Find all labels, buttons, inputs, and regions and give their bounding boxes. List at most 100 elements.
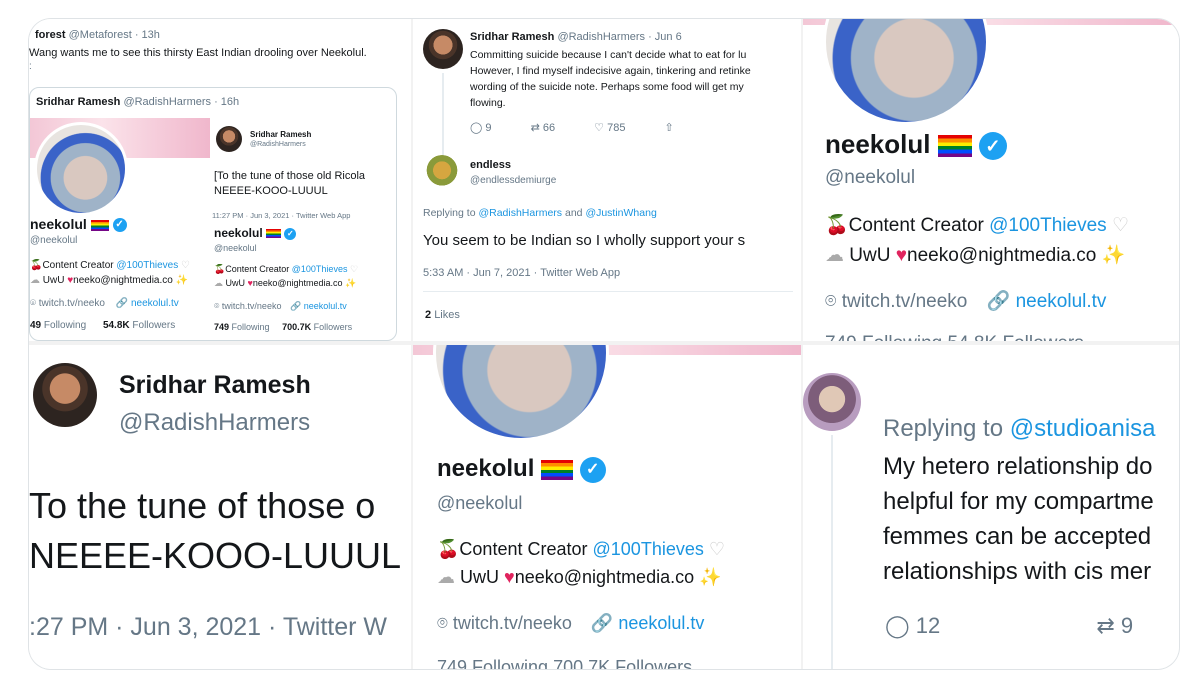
avatar (33, 363, 97, 427)
profile-name: neekolul ✓ (825, 129, 1007, 161)
profile-stats-cut: 749 Following 54.8K Followers (825, 333, 1084, 341)
retweet-icon: ⇄ (1096, 613, 1115, 638)
panel-gap (29, 341, 1179, 345)
reply-text-line4: relationships with cis mer (883, 558, 1152, 585)
bio-mention-link[interactable]: @100Thieves (989, 215, 1107, 236)
reply-action[interactable]: ◯ 9 (470, 122, 492, 134)
quoted-handle[interactable]: @RadishHarmers (123, 96, 211, 108)
inner-followers-count: 700.7K (282, 322, 312, 332)
inner-following-count: 749 (214, 322, 230, 332)
profile-website-link[interactable]: neekolul.tv (131, 298, 179, 309)
tweet-time[interactable]: · Jun 6 (648, 31, 682, 43)
profile-website-link[interactable]: neekolul.tv (618, 613, 704, 633)
bio-prefix: Content Creator (42, 260, 114, 271)
tweet-handle[interactable]: @RadishHarmers (557, 31, 645, 43)
followers-label: Followers (132, 320, 176, 331)
verified-badge-icon: ✓ (284, 227, 297, 240)
location-icon: ⌾ (214, 301, 220, 311)
avatar[interactable] (803, 373, 861, 431)
top-tweet-handle[interactable]: @Metaforest (69, 29, 132, 41)
followers-count[interactable]: 54.8K (103, 320, 130, 331)
replying-link-2[interactable]: @JustinWhang (585, 207, 656, 219)
inner-user: Sridhar Ramesh (250, 130, 312, 139)
cherry-icon: 🍒 (437, 539, 460, 559)
avatar (216, 126, 242, 152)
bio-prefix: Content Creator (459, 539, 588, 559)
quoted-image-tweet: Sridhar Ramesh @RadishHarmers [To the tu… (212, 118, 396, 340)
avatar[interactable] (423, 29, 463, 69)
replying-to: Replying to @RadishHarmers and @JustinWh… (423, 207, 657, 219)
tweet-handle[interactable]: @RadishHarmers (119, 409, 310, 437)
heart-icon: ♥ (504, 567, 515, 587)
cherry-icon: 🍒 (30, 260, 43, 271)
reply-user[interactable]: endless (470, 159, 511, 171)
quoted-user[interactable]: Sridhar Ramesh (36, 96, 120, 108)
top-tweet-text-overflow: : (29, 61, 32, 72)
profile-handle: @neekolul (825, 167, 916, 188)
bio-mention-link[interactable]: @100Thieves (593, 539, 704, 559)
retweet-action[interactable]: ⇄ 9 (1096, 613, 1133, 638)
reply-count: 12 (915, 613, 941, 638)
panel-tweet-thread: Sridhar Ramesh @RadishHarmers · Jun 6 Co… (413, 19, 801, 341)
retweet-count: 9 (1120, 613, 1134, 638)
tweet-user[interactable]: Sridhar Ramesh (119, 371, 311, 400)
tweet-user[interactable]: Sridhar Ramesh (470, 31, 554, 43)
reply-action[interactable]: ◯ 12 (885, 613, 940, 638)
inner-bio-line2: ☁ UwU ♥neeko@nightmedia.co ✨ (214, 278, 356, 289)
likes-count: 2 (425, 309, 432, 321)
inner-following-label: Following (231, 322, 270, 332)
share-icon[interactable]: ⇧ (665, 122, 674, 134)
replying-to: Replying to @studioanisa (883, 415, 1156, 443)
like-icon: ♡ (594, 122, 605, 134)
pride-flag-icon (266, 229, 282, 239)
retweet-action[interactable]: ⇄ 66 (531, 122, 556, 134)
tweet-meta: :27 PM · Jun 3, 2021 · Twitter W (29, 613, 388, 641)
white-heart-icon: ♡ (708, 539, 726, 559)
inner-followers-label: Followers (313, 322, 353, 332)
panel-quote-tweet: forest @Metaforest · 13h Wang wants me t… (29, 19, 411, 341)
tweet-text-line4: flowing. (470, 97, 506, 109)
verified-badge-icon: ✓ (579, 456, 606, 483)
bio-uwu: UwU (849, 245, 891, 266)
location-icon: ⌾ (437, 613, 448, 633)
location-icon: ⌾ (30, 298, 36, 309)
replying-link[interactable]: @studioanisa (1010, 415, 1156, 442)
profile-meta: ⌾ twitch.tv/neeko 🔗 neekolul.tv (437, 613, 704, 634)
tweet-text-line2: NEEEE-KOOO-LUUUL (29, 535, 402, 576)
reply-handle[interactable]: @endlessdemiurge (470, 175, 556, 186)
quoted-tweet-card[interactable]: Sridhar Ramesh @RadishHarmers · 16h neek… (29, 87, 397, 341)
sparkles-icon: ✨ (345, 278, 357, 288)
top-tweet-time[interactable]: · 13h (135, 29, 160, 41)
retweet-icon: ⇄ (530, 122, 540, 134)
reply-text: You seem to be Indian so I wholly suppor… (423, 232, 746, 249)
inner-profile-handle: @neekolul (214, 243, 257, 253)
thread-line (831, 435, 833, 669)
profile-website-link[interactable]: neekolul.tv (1016, 291, 1107, 312)
cherry-icon: 🍒 (214, 264, 226, 274)
bio-email: neeko@nightmedia.co (907, 245, 1097, 266)
reply-count: 9 (485, 122, 492, 134)
tweet-actions: ◯ 9 ⇄ 66 ♡ 785 ⇧ (470, 121, 674, 134)
bio-uwu: UwU (42, 275, 65, 286)
divider (423, 291, 793, 292)
white-heart-icon: ♡ (1111, 215, 1129, 236)
top-tweet-user[interactable]: forest (35, 29, 66, 41)
avatar (823, 19, 989, 125)
quoted-time: · 16h (214, 96, 240, 108)
replying-prefix: Replying to (883, 415, 1004, 442)
inner-website: neekolul.tv (303, 301, 347, 311)
like-action[interactable]: ♡ 785 (594, 122, 625, 134)
heart-icon: ♥ (895, 245, 908, 266)
likes-summary[interactable]: 2 Likes (425, 309, 460, 321)
bio-mention-link[interactable]: @100Thieves (116, 260, 178, 271)
inner-handle: @RadishHarmers (250, 141, 306, 148)
replying-link-1[interactable]: @RadishHarmers (478, 207, 562, 219)
pride-flag-icon (90, 219, 109, 231)
following-count[interactable]: 49 (30, 320, 41, 331)
avatar[interactable] (425, 155, 459, 189)
white-heart-icon: ♡ (349, 264, 359, 274)
bio-prefix: Content Creator (848, 215, 984, 236)
reply-meta: 5:33 AM · Jun 7, 2021 · Twitter Web App (423, 267, 621, 279)
sparkles-icon: ✨ (1101, 245, 1126, 266)
profile-bio-line2: ☁ UwU ♥neeko@nightmedia.co ✨ (30, 275, 188, 286)
